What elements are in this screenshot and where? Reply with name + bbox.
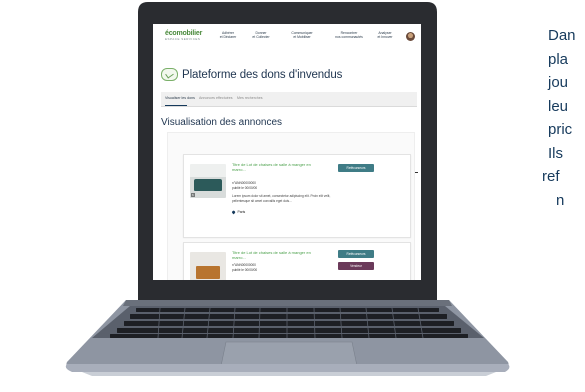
page-title: Plateforme des dons d'invendus xyxy=(182,68,343,81)
listing-reference: n°ANN00000000 xyxy=(232,263,256,267)
scrollbar-tick xyxy=(415,172,418,173)
side-caption-line: pla xyxy=(548,50,569,68)
donation-icon xyxy=(161,68,178,81)
side-caption-line: pric xyxy=(548,121,573,138)
nav-item-label: Adhérer et Déclarer xyxy=(219,31,237,39)
listing-primary-button[interactable]: Refécurseurs xyxy=(338,250,374,258)
location-label: Paris xyxy=(237,210,246,214)
user-avatar[interactable] xyxy=(406,32,415,41)
ecomobilier-logo[interactable]: écomobilier ESPACE SERVICES xyxy=(165,30,202,41)
top-navigation: écomobilier ESPACE SERVICES Adhérer et D… xyxy=(153,24,421,48)
logo-subtitle: ESPACE SERVICES xyxy=(165,37,201,41)
side-caption-line: leu xyxy=(548,97,569,115)
listing-image[interactable] xyxy=(190,252,226,280)
listing-date: publié le 00/00/00 xyxy=(232,268,258,272)
nav-item-donner[interactable]: Donner et Collecter xyxy=(248,31,274,39)
listing-reference: n°ANN00000000 xyxy=(232,181,256,185)
listing-description: Lorem ipsum dolor sit amet, consectetur … xyxy=(232,194,331,203)
nav-item-adherer[interactable]: Adhérer et Déclarer xyxy=(215,31,241,39)
side-caption-line: jou xyxy=(548,74,569,91)
side-caption-line: Ils xyxy=(548,144,563,162)
laptop-mockup-scene: écomobilier ESPACE SERVICES Adhérer et D… xyxy=(0,0,585,392)
nav-item-label: Donner et Collecter xyxy=(252,31,270,39)
nav-item-communiquer[interactable]: Communiquer et Mobiliser xyxy=(287,31,317,39)
logo-text: écomobilier xyxy=(165,30,203,37)
side-caption: Dan pla jou leu pric Ils ref n xyxy=(542,24,585,212)
location-pin-icon xyxy=(231,209,236,214)
side-caption-line: n xyxy=(556,191,565,209)
photo-count-badge: 6 xyxy=(191,193,195,197)
listing-card[interactable]: Titre de Lot de chaises de salle à mange… xyxy=(183,242,411,280)
nav-item-label: Analyser et Innover xyxy=(377,31,393,39)
tab-annonces-effectuees[interactable]: Annonces effectuées xyxy=(199,96,233,100)
tab-bar: Visualiser les dons Annonces effectuées … xyxy=(161,92,417,107)
nav-item-analyser[interactable]: Analyser et Innover xyxy=(373,31,397,39)
nav-item-rencontrer[interactable]: Rencontrer nos communautés xyxy=(333,31,365,39)
nav-item-label: Communiquer et Mobiliser xyxy=(291,31,313,39)
listing-secondary-button[interactable]: Vendeur xyxy=(338,262,374,270)
listing-primary-button[interactable]: Refécurseurs xyxy=(338,164,374,172)
listing-image[interactable]: 6 xyxy=(190,164,226,198)
side-caption-line: ref xyxy=(542,168,560,185)
active-tab-indicator xyxy=(165,105,187,106)
laptop-screen: écomobilier ESPACE SERVICES Adhérer et D… xyxy=(153,24,421,280)
listing-card[interactable]: 6 Titre de Lot de chaises de salle à man… xyxy=(183,154,411,238)
page-header: Plateforme des dons d'invendus xyxy=(161,68,342,81)
listing-title[interactable]: Titre de Lot de chaises de salle à mange… xyxy=(232,250,316,260)
side-caption-line: Dan xyxy=(548,27,576,44)
listing-title[interactable]: Titre de Lot de chaises de salle à mange… xyxy=(232,162,316,172)
tab-mes-recherches[interactable]: Mes recherches xyxy=(237,96,263,100)
section-title: Visualisation des annonces xyxy=(161,117,283,128)
listing-location: Paris xyxy=(231,209,246,214)
nav-item-label: Rencontrer nos communautés xyxy=(335,31,363,39)
listing-date: publié le 00/00/00 xyxy=(232,186,258,190)
tab-visualiser-dons[interactable]: Visualiser les dons xyxy=(165,96,195,100)
